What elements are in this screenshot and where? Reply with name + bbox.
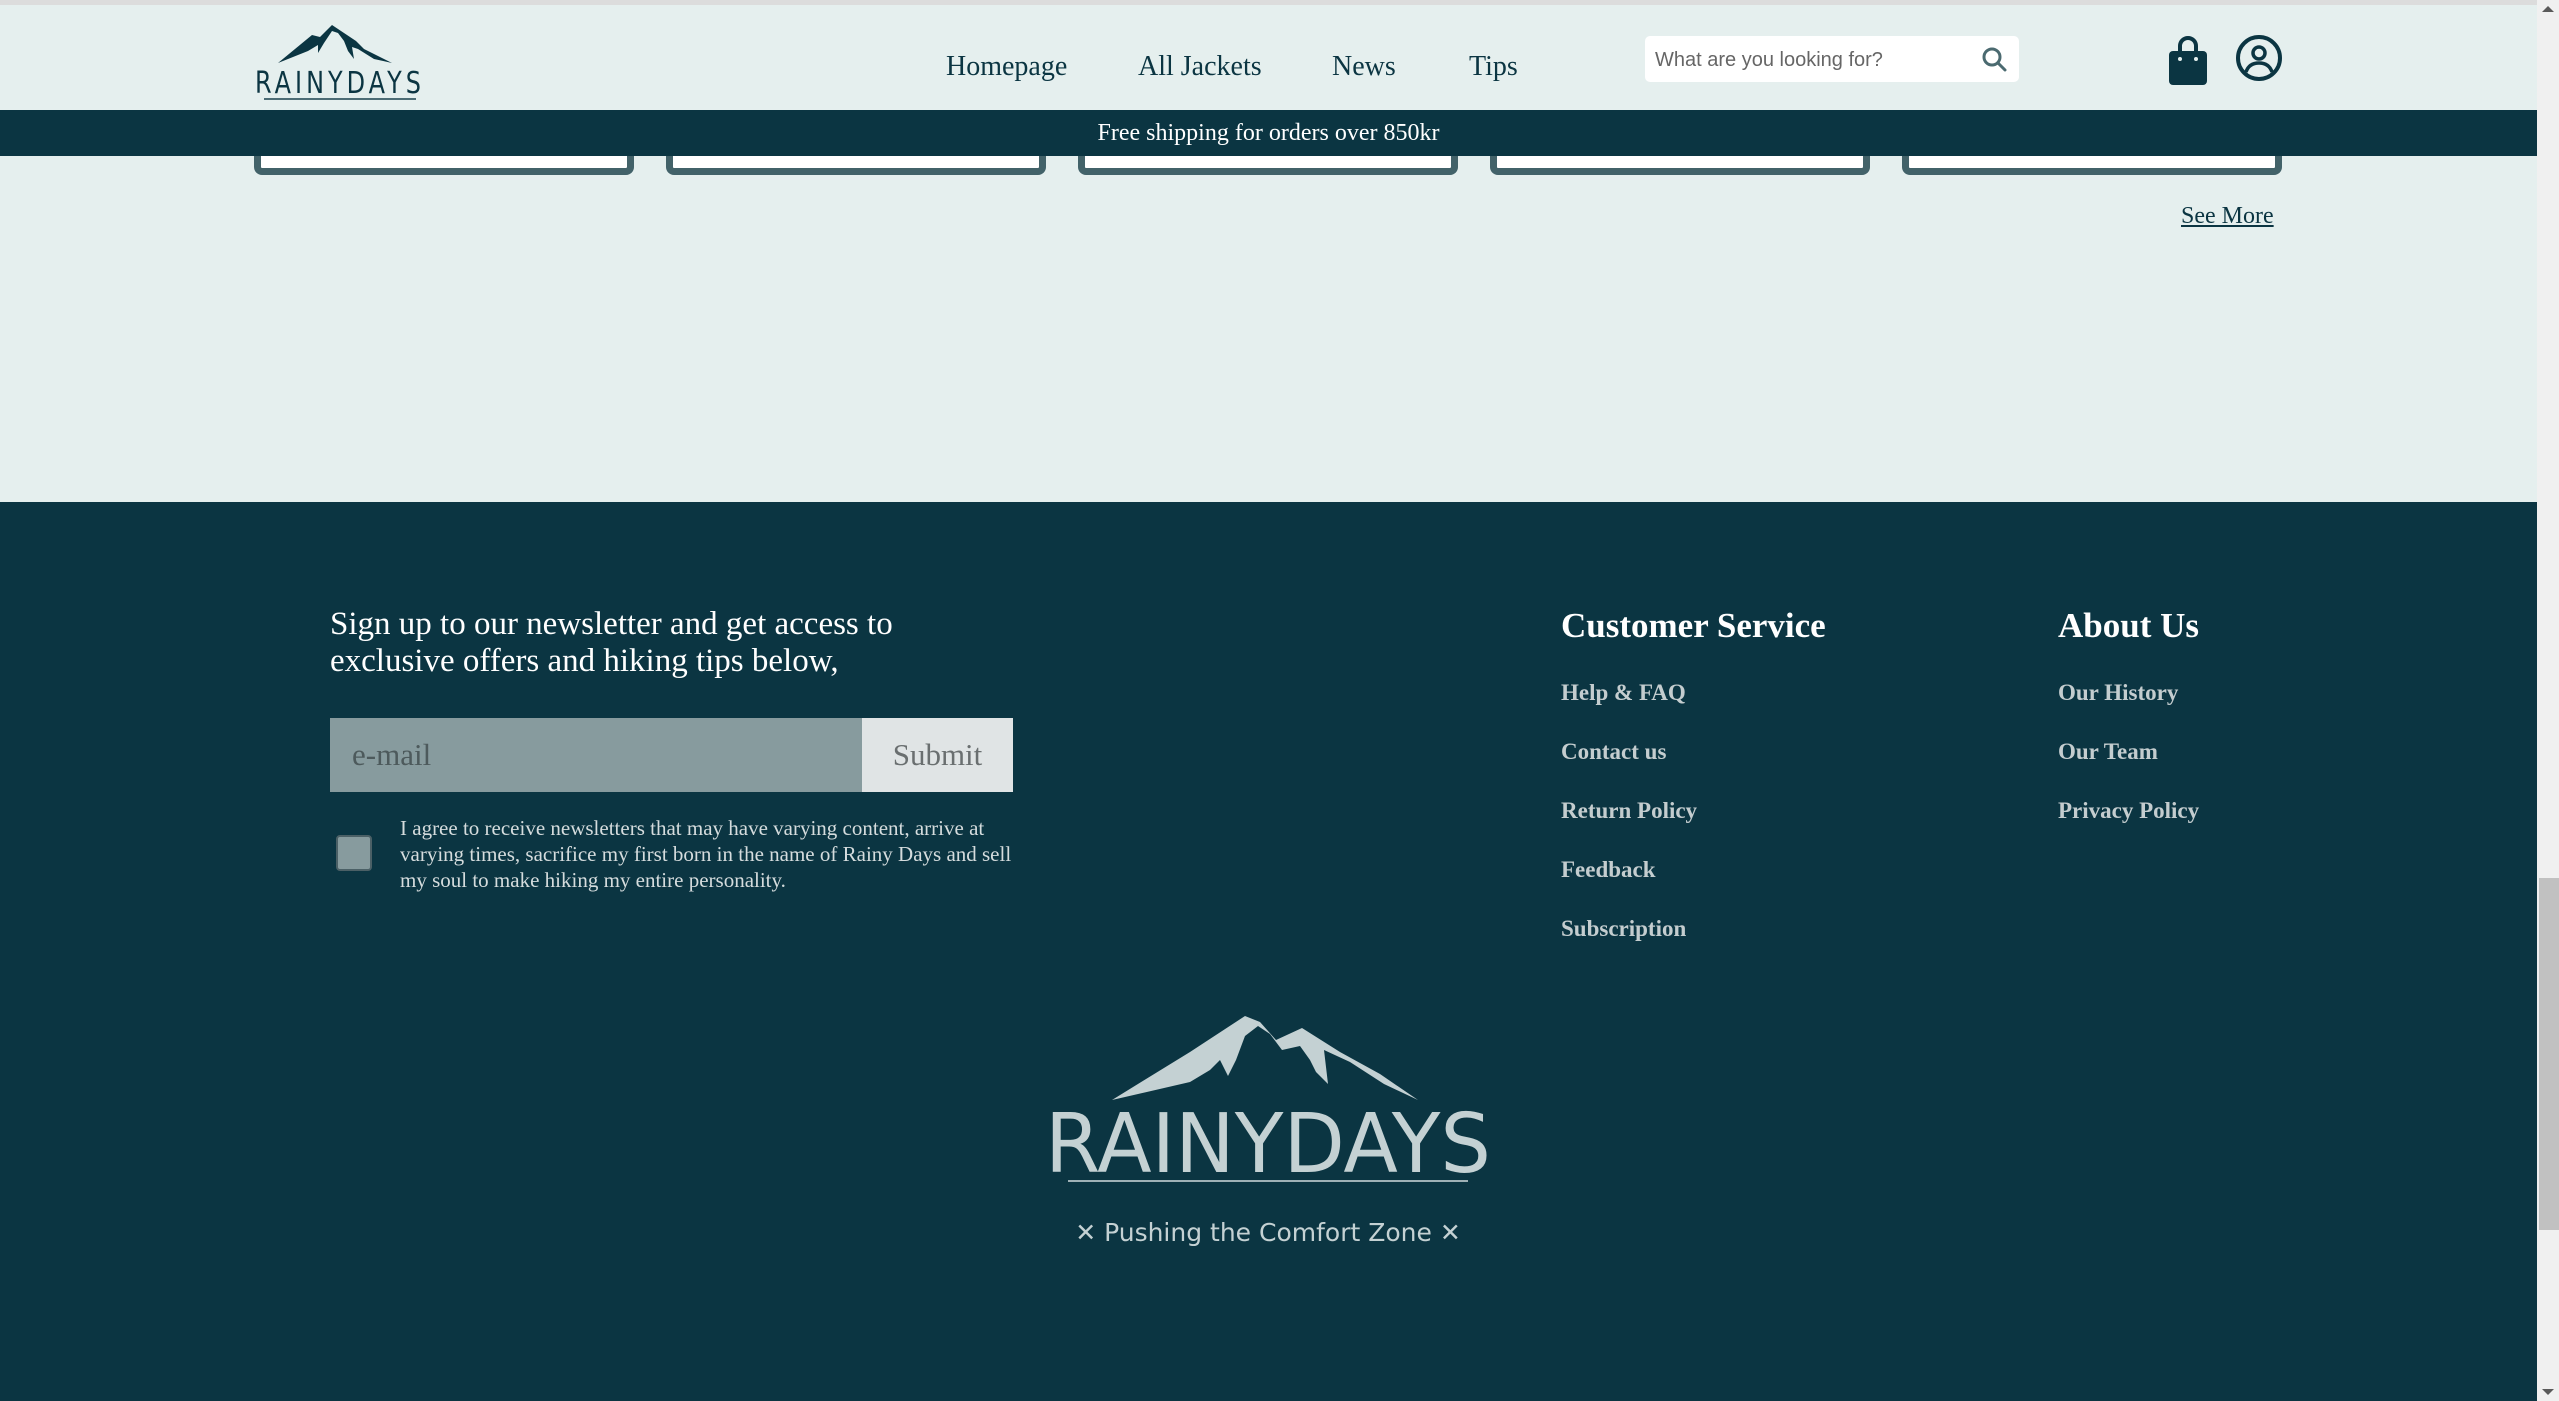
footer-link-subscription[interactable]: Subscription bbox=[1561, 916, 1686, 942]
newsletter-submit-button[interactable]: Submit bbox=[862, 718, 1013, 792]
vertical-scrollbar[interactable] bbox=[2537, 0, 2559, 1401]
site-footer: Sign up to our newsletter and get access… bbox=[0, 502, 2537, 1401]
nav-tips[interactable]: Tips bbox=[1469, 51, 1518, 83]
search-box bbox=[1645, 36, 2019, 84]
nav-homepage[interactable]: Homepage bbox=[946, 51, 1067, 83]
mountain-icon bbox=[278, 25, 392, 63]
footer-link-our-team[interactable]: Our Team bbox=[2058, 739, 2158, 765]
footer-link-privacy-policy[interactable]: Privacy Policy bbox=[2058, 798, 2199, 824]
footer-tagline: ✕ Pushing the Comfort Zone ✕ bbox=[1075, 1218, 1461, 1247]
search-input[interactable] bbox=[1653, 36, 1977, 84]
user-account-icon[interactable] bbox=[2235, 34, 2283, 82]
footer-link-contact-us[interactable]: Contact us bbox=[1561, 739, 1666, 765]
customer-service-heading: Customer Service bbox=[1561, 606, 1826, 645]
nav-all-jackets[interactable]: All Jackets bbox=[1138, 51, 1262, 83]
footer-link-return-policy[interactable]: Return Policy bbox=[1561, 798, 1697, 824]
search-icon[interactable] bbox=[1981, 46, 2007, 72]
mountain-icon bbox=[1112, 1016, 1418, 1100]
footer-logo-text: RAINYDAYS bbox=[1045, 1097, 1491, 1182]
rainydays-logo[interactable]: RAINYDAYS bbox=[252, 19, 428, 101]
scroll-up-arrow-icon[interactable] bbox=[2542, 6, 2554, 12]
newsletter-email-input[interactable] bbox=[330, 718, 862, 792]
footer-rainydays-logo: RAINYDAYS bbox=[1045, 1016, 1491, 1182]
scrollbar-thumb[interactable] bbox=[2539, 878, 2559, 1230]
newsletter-agree-checkbox[interactable] bbox=[336, 835, 372, 871]
newsletter-title: Sign up to our newsletter and get access… bbox=[330, 606, 893, 679]
newsletter-agree-text: I agree to receive newsletters that may … bbox=[400, 816, 1012, 892]
scroll-down-arrow-icon[interactable] bbox=[2542, 1389, 2554, 1395]
site-header: RAINYDAYS Homepage All Jackets News Tips bbox=[0, 5, 2537, 110]
about-us-heading: About Us bbox=[2058, 606, 2200, 645]
see-more-link[interactable]: See More bbox=[2181, 203, 2274, 230]
shopping-bag-icon[interactable] bbox=[2166, 35, 2210, 87]
free-shipping-banner: Free shipping for orders over 850kr bbox=[0, 110, 2537, 156]
logo-text: RAINYDAYS bbox=[255, 66, 425, 101]
footer-link-our-history[interactable]: Our History bbox=[2058, 680, 2178, 706]
footer-link-feedback[interactable]: Feedback bbox=[1561, 857, 1656, 883]
footer-link-help-faq[interactable]: Help & FAQ bbox=[1561, 680, 1686, 706]
nav-news[interactable]: News bbox=[1332, 51, 1396, 83]
